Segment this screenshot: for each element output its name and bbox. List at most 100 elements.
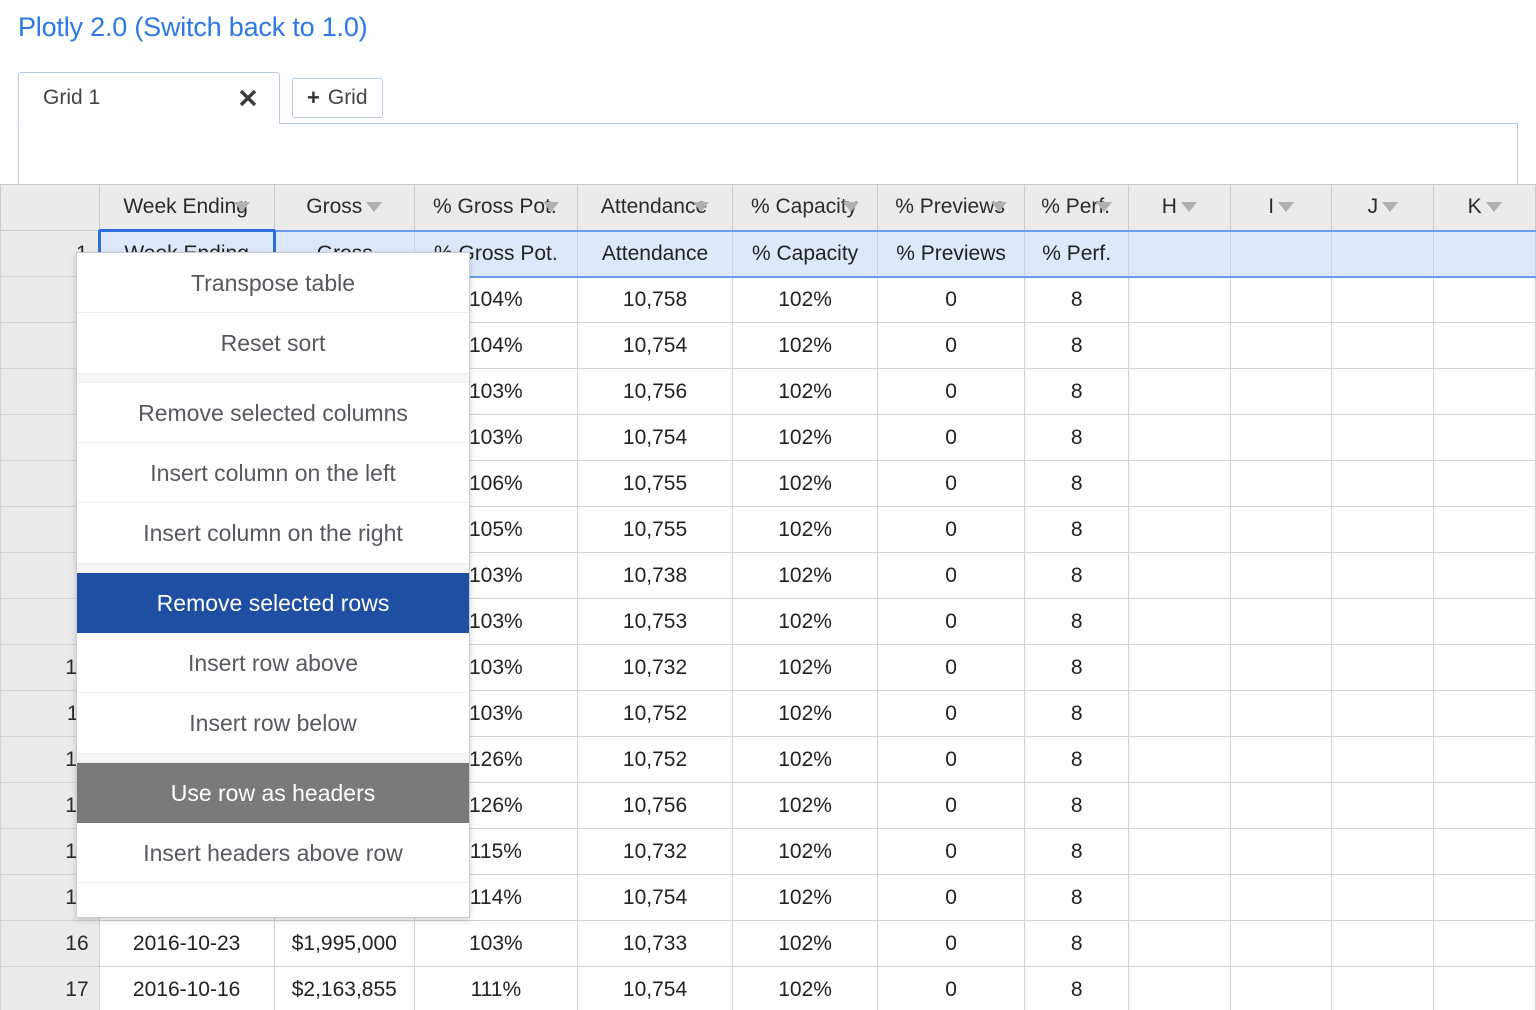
grid-cell[interactable]: 10,753 (576, 598, 734, 645)
column-header-perf[interactable]: % Perf. (1024, 184, 1130, 231)
grid-cell[interactable]: 0 (876, 736, 1026, 783)
tab-grid-1[interactable]: Grid 1 (18, 72, 280, 124)
chevron-down-icon[interactable] (693, 202, 710, 213)
grid-cell[interactable]: 2016-10-23 (98, 920, 275, 967)
grid-cell[interactable] (1229, 644, 1333, 691)
grid-cell[interactable] (1229, 874, 1333, 921)
grid-cell[interactable]: 8 (1024, 920, 1130, 967)
grid-cell[interactable]: 8 (1024, 368, 1130, 415)
add-grid-button[interactable]: + Grid (292, 78, 383, 118)
grid-cell[interactable]: 102% (732, 644, 878, 691)
table-row[interactable]: 17 2016-10-16 $2,163,855 111% 10,754 102% 0 8 (0, 966, 1536, 1010)
grid-cell[interactable]: 0 (876, 322, 1026, 369)
grid-cell[interactable]: 0 (876, 414, 1026, 461)
table-row[interactable]: 16 2016-10-23 $1,995,000 103% 10,733 102% 0 8 (0, 920, 1536, 967)
context-menu-item[interactable]: Insert column on the right (77, 503, 469, 563)
context-menu-item[interactable]: Remove selected columns (77, 383, 469, 443)
grid-cell[interactable] (1128, 874, 1231, 921)
column-header-i[interactable]: I (1229, 184, 1333, 231)
grid-cell[interactable] (1128, 644, 1231, 691)
context-menu-item[interactable]: Insert column on the left (77, 443, 469, 503)
grid-cell[interactable] (1331, 828, 1435, 875)
grid-cell[interactable] (1433, 460, 1536, 507)
grid-cell[interactable] (1331, 276, 1435, 323)
grid-cell[interactable] (1433, 690, 1536, 737)
column-header-prev[interactable]: % Previews (876, 184, 1026, 231)
grid-cell[interactable] (1128, 368, 1231, 415)
grid-cell[interactable] (1229, 828, 1333, 875)
grid-cell[interactable] (1433, 414, 1536, 461)
grid-cell[interactable] (1331, 644, 1435, 691)
grid-cell[interactable]: 8 (1024, 690, 1130, 737)
grid-cell[interactable]: 8 (1024, 828, 1130, 875)
grid-cell[interactable]: 8 (1024, 782, 1130, 829)
grid-cell[interactable] (1433, 552, 1536, 599)
grid-cell[interactable] (1229, 276, 1333, 323)
grid-cell[interactable]: 10,733 (576, 920, 734, 967)
grid-cell[interactable] (1229, 966, 1333, 1010)
column-header-h[interactable]: H (1128, 184, 1231, 231)
grid-cell[interactable] (1433, 506, 1536, 553)
grid-cell[interactable]: 10,754 (576, 322, 734, 369)
grid-cell[interactable] (1331, 552, 1435, 599)
grid-cell[interactable] (1433, 598, 1536, 645)
grid-cell[interactable]: 0 (876, 276, 1026, 323)
grid-cell[interactable]: 8 (1024, 966, 1130, 1010)
context-menu-item[interactable]: Reset sort (77, 313, 469, 373)
grid-cell[interactable] (1229, 736, 1333, 783)
grid-cell[interactable]: 102% (732, 828, 878, 875)
grid-cell[interactable]: 0 (876, 598, 1026, 645)
grid-cell[interactable]: 102% (732, 782, 878, 829)
grid-cell[interactable]: 0 (876, 828, 1026, 875)
grid-cell[interactable] (1433, 828, 1536, 875)
grid-cell[interactable]: 10,755 (576, 506, 734, 553)
chevron-down-icon[interactable] (366, 202, 383, 213)
grid-cell[interactable]: 8 (1024, 552, 1130, 599)
grid-cell[interactable]: % Perf. (1024, 229, 1130, 278)
grid-cell[interactable]: 102% (732, 276, 878, 323)
grid-cell[interactable]: 102% (732, 552, 878, 599)
grid-cell[interactable]: 0 (876, 920, 1026, 967)
column-header-week[interactable]: Week Ending (98, 184, 275, 231)
grid-cell[interactable]: 8 (1024, 322, 1130, 369)
chevron-down-icon[interactable] (233, 202, 250, 212)
grid-cell[interactable] (1128, 828, 1231, 875)
grid-cell[interactable]: 8 (1024, 506, 1130, 553)
switch-back-link[interactable]: (Switch back to 1.0) (134, 12, 367, 42)
grid-cell[interactable] (1128, 782, 1231, 829)
chevron-down-icon[interactable] (843, 202, 860, 213)
grid-cell[interactable] (1331, 229, 1435, 278)
grid-cell[interactable] (1331, 368, 1435, 415)
grid-cell[interactable]: 102% (732, 460, 878, 507)
grid-cell[interactable]: 8 (1024, 644, 1130, 691)
grid-cell[interactable] (1229, 414, 1333, 461)
grid-cell[interactable]: 102% (732, 598, 878, 645)
grid-cell[interactable] (1433, 276, 1536, 323)
column-header-gp[interactable]: % Gross Pot. (413, 184, 578, 231)
grid-cell[interactable] (1433, 644, 1536, 691)
grid-cell[interactable]: 10,752 (576, 690, 734, 737)
grid-cell[interactable]: 0 (876, 506, 1026, 553)
grid-cell[interactable]: 102% (732, 506, 878, 553)
grid-cell[interactable] (1128, 736, 1231, 783)
grid-cell[interactable] (1229, 368, 1333, 415)
grid-cell[interactable]: 0 (876, 874, 1026, 921)
grid-cell[interactable]: 10,755 (576, 460, 734, 507)
grid-cell[interactable]: 8 (1024, 598, 1130, 645)
grid-cell[interactable]: 10,732 (576, 828, 734, 875)
context-menu-item[interactable]: Insert row above (77, 633, 469, 693)
grid-cell[interactable]: 8 (1024, 276, 1130, 323)
grid-cell[interactable] (1128, 598, 1231, 645)
column-header-gross[interactable]: Gross (273, 184, 415, 231)
grid-cell[interactable]: 102% (732, 736, 878, 783)
grid-cell[interactable] (1331, 460, 1435, 507)
grid-cell[interactable] (1229, 920, 1333, 967)
chevron-down-icon[interactable] (1278, 202, 1295, 213)
grid-cell[interactable]: 10,756 (576, 368, 734, 415)
grid-cell[interactable]: 10,752 (576, 736, 734, 783)
grid-cell[interactable]: 10,758 (576, 276, 734, 323)
grid-cell[interactable]: 102% (732, 874, 878, 921)
chevron-down-icon[interactable] (1382, 202, 1399, 213)
grid-cell[interactable]: 10,732 (576, 644, 734, 691)
context-menu-item[interactable]: Use row as headers (77, 763, 469, 823)
